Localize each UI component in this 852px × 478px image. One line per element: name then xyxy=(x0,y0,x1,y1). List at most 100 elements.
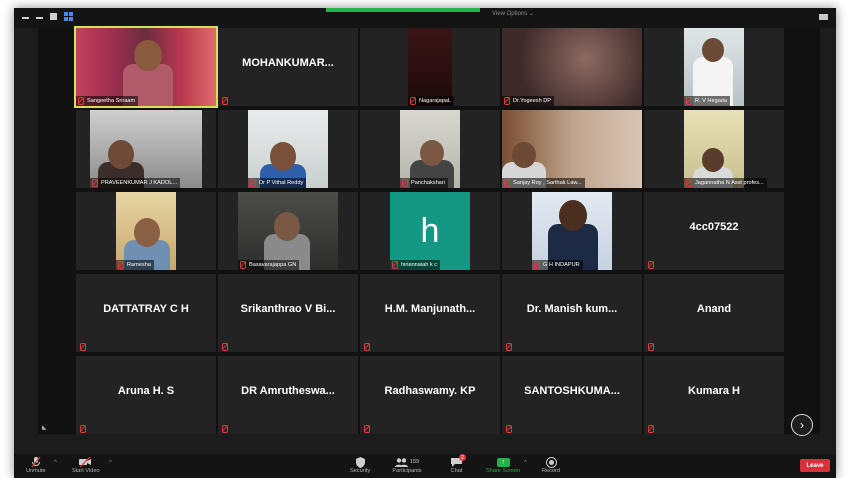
video-options-caret-icon[interactable]: ^ xyxy=(109,460,112,466)
participant-label: Ramesha xyxy=(116,260,154,270)
unmute-button[interactable]: Unmute xyxy=(26,456,46,474)
record-icon xyxy=(545,456,558,468)
participant-tile[interactable]: Sanjay Roy , Sarthak Law... xyxy=(502,110,642,188)
participant-name: Jagannatha N Asst profes... xyxy=(695,180,764,186)
muted-mic-icon xyxy=(686,97,692,105)
participant-tile[interactable]: Kumara H xyxy=(644,356,784,434)
participants-button[interactable]: 159 Participants xyxy=(392,456,422,474)
participant-tile[interactable]: Dr.Yogeesh DP xyxy=(502,28,642,106)
participant-video xyxy=(248,110,328,188)
participant-label: hiriannaiah k c xyxy=(390,260,441,270)
resize-icon[interactable]: ◣ xyxy=(42,424,47,431)
muted-mic-icon xyxy=(92,179,98,187)
talking-indicator xyxy=(326,8,480,12)
maximize-icon[interactable] xyxy=(50,13,57,20)
participants-icon: 159 xyxy=(392,456,422,468)
participant-tile[interactable]: Dr. Manish kum... xyxy=(502,274,642,352)
participant-tile[interactable]: G H INDAPUR xyxy=(502,192,642,270)
participant-name: DR Amrutheswa... xyxy=(241,385,335,397)
gallery-view-icon[interactable] xyxy=(64,12,73,21)
record-button[interactable]: Record xyxy=(542,456,560,474)
participant-tile[interactable]: Anand xyxy=(644,274,784,352)
participant-name: Radhaswamy. KP xyxy=(384,385,476,397)
participant-tile[interactable]: MOHANKUMAR... xyxy=(218,28,358,106)
avatar: h xyxy=(390,192,470,270)
zoom-window: View Options ⌄ ◣ › Sangeetha Sriraam MOHA… xyxy=(14,8,836,478)
participant-name: DATTATRAY C H xyxy=(103,303,189,315)
participant-video xyxy=(502,28,642,106)
muted-mic-icon xyxy=(648,261,654,269)
share-options-caret-icon[interactable]: ^ xyxy=(524,460,527,466)
muted-mic-icon xyxy=(250,179,256,187)
participant-tile[interactable]: Sangeetha Sriraam xyxy=(74,26,218,108)
participant-tile[interactable]: Ramesha xyxy=(76,192,216,270)
participant-tile[interactable]: Jagannatha N Asst profes... xyxy=(644,110,784,188)
video-frame xyxy=(684,28,744,106)
muted-mic-icon xyxy=(504,97,510,105)
participant-video xyxy=(238,192,338,270)
participant-label: Panchakshari xyxy=(400,178,448,188)
video-frame xyxy=(502,110,642,188)
leave-button[interactable]: Leave xyxy=(800,459,830,472)
chat-label: Chat xyxy=(450,468,463,474)
participant-tile[interactable]: 4cc07522 xyxy=(644,192,784,270)
security-button[interactable]: Security xyxy=(350,456,370,474)
participant-tile[interactable]: SANTOSHKUMA... xyxy=(502,356,642,434)
muted-mic-icon xyxy=(240,261,246,269)
participant-tile[interactable]: H.M. Manjunath... xyxy=(360,274,500,352)
participant-label: NagarajapaL xyxy=(408,96,455,106)
participant-name: Anand xyxy=(696,303,732,315)
minimize-icon[interactable] xyxy=(22,17,29,19)
participant-video xyxy=(408,28,452,106)
participant-name: Panchakshari xyxy=(411,180,445,186)
participant-tile[interactable]: R. V Hegada xyxy=(644,28,784,106)
video-frame xyxy=(76,28,216,106)
participant-name: PRAVEENKUMAR J KADOL... xyxy=(101,180,178,186)
participant-name: Srikanthrao V Bi... xyxy=(240,303,336,315)
participant-tile[interactable]: NagarajapaL xyxy=(360,28,500,106)
participant-video xyxy=(684,110,744,188)
video-frame xyxy=(400,110,460,188)
muted-mic-icon xyxy=(410,97,416,105)
record-label: Record xyxy=(542,468,561,474)
participant-tile[interactable]: Dr P Vithal Reddy xyxy=(218,110,358,188)
muted-mic-icon xyxy=(402,179,408,187)
participant-video xyxy=(400,110,460,188)
muted-mic-icon xyxy=(506,343,512,351)
participant-tile[interactable]: DATTATRAY C H xyxy=(76,274,216,352)
participant-name: 4cc07522 xyxy=(689,221,739,233)
start-video-button[interactable]: Start Video xyxy=(72,456,100,474)
participant-video xyxy=(76,28,216,106)
participant-tile[interactable]: Basavarajappa GN xyxy=(218,192,358,270)
muted-mic-icon xyxy=(80,343,86,351)
participant-tile[interactable]: DR Amrutheswa... xyxy=(218,356,358,434)
window-controls xyxy=(22,12,73,21)
participant-label: Sangeetha Sriraam xyxy=(76,96,139,106)
participant-label: R. V Hegada xyxy=(684,96,731,106)
share-screen-button[interactable]: ↑ Share Screen xyxy=(486,456,520,474)
participant-name: Dr P Vithal Reddy xyxy=(259,180,304,186)
view-options-button[interactable]: View Options ⌄ xyxy=(492,10,534,17)
participant-name: H.M. Manjunath... xyxy=(384,303,476,315)
muted-mic-icon xyxy=(364,425,370,433)
fullscreen-icon[interactable] xyxy=(819,14,828,20)
participant-name: Aruna H. S xyxy=(117,385,175,397)
next-page-button[interactable]: › xyxy=(791,414,813,436)
chat-button[interactable]: 2 Chat xyxy=(450,454,466,474)
participant-tile[interactable]: h hiriannaiah k c xyxy=(360,192,500,270)
participant-tile[interactable]: PRAVEENKUMAR J KADOL... xyxy=(76,110,216,188)
participant-tile[interactable]: Aruna H. S xyxy=(76,356,216,434)
participant-name: Ramesha xyxy=(127,262,151,268)
restore-icon[interactable] xyxy=(36,17,43,19)
participant-tile[interactable]: Srikanthrao V Bi... xyxy=(218,274,358,352)
participant-name: Kumara H xyxy=(688,385,740,397)
participants-label: Participants xyxy=(392,468,422,474)
participant-tile[interactable]: Radhaswamy. KP xyxy=(360,356,500,434)
participant-tile[interactable]: Panchakshari xyxy=(360,110,500,188)
muted-mic-icon xyxy=(504,179,510,187)
muted-mic-icon xyxy=(534,261,540,269)
muted-mic-icon xyxy=(222,343,228,351)
audio-options-caret-icon[interactable]: ^ xyxy=(54,460,57,466)
muted-mic-icon xyxy=(118,261,124,269)
muted-mic-icon xyxy=(648,425,654,433)
